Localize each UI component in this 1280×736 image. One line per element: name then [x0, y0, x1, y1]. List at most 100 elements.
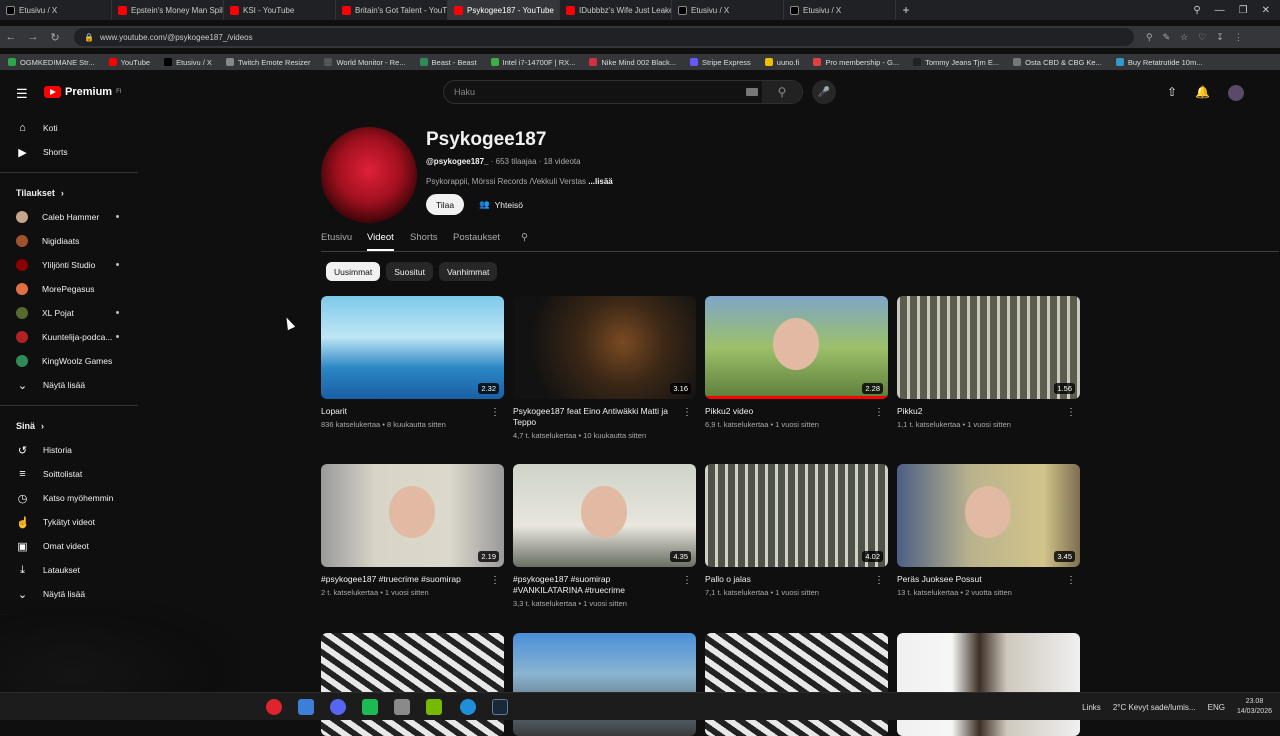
bookmark-item[interactable]: OGMKEDIMANE Str... [8, 58, 95, 67]
video-title[interactable]: Psykogee187 feat Eino Antiwäkki Matti ja… [513, 406, 681, 428]
hamburger-menu-icon[interactable]: ☰ [16, 86, 28, 102]
browser-tab[interactable]: KSI - YouTube [224, 0, 336, 20]
video-card[interactable]: 3.45 Peräs Juoksee Possut 13 t. katseluker… [897, 464, 1080, 597]
bookmark-item[interactable]: Twitch Emote Resizer [225, 58, 310, 67]
bookmark-item[interactable]: Nike Mind 002 Black... [589, 58, 676, 67]
shield-icon[interactable] [394, 699, 410, 715]
links-toolbar[interactable]: Links [1082, 703, 1101, 712]
channel-description[interactable]: Psykorappii, Mörssi Records /Vekkuli Ver… [426, 177, 613, 186]
more-options-icon[interactable]: ⋮ [874, 575, 884, 586]
video-card[interactable]: 2.32 Loparit 836 katselukertaa • 8 kuukaut… [321, 296, 504, 429]
tab-postaukset[interactable]: Postaukset [453, 232, 500, 243]
video-thumbnail[interactable]: 3.16 [513, 296, 696, 399]
video-card[interactable]: 4.35 #psykogee187 #suomirap #VANKILATARIN… [513, 464, 696, 608]
search-input[interactable]: Haku [454, 87, 475, 97]
search-bar[interactable]: Haku ⚲ [443, 80, 803, 104]
video-thumbnail[interactable] [705, 633, 888, 736]
video-thumbnail[interactable]: 2.28 [705, 296, 888, 399]
browser-tab[interactable]: Etusivu / X [784, 0, 896, 20]
video-card[interactable]: 1.56 Pikku2 1,1 t. katselukertaa • 1 vuosi… [897, 296, 1080, 429]
app-icon[interactable] [298, 699, 314, 715]
video-card[interactable] [897, 633, 1080, 736]
reload-icon[interactable]: ↻ [44, 31, 66, 44]
video-thumbnail[interactable] [897, 633, 1080, 736]
tab-etusivu[interactable]: Etusivu [321, 232, 352, 243]
account-avatar[interactable] [1228, 85, 1244, 101]
more-options-icon[interactable]: ⋮ [490, 575, 500, 586]
subscribe-button[interactable]: Tilaa [426, 194, 465, 215]
video-title[interactable]: Pallo o jalas [705, 574, 873, 585]
back-icon[interactable]: ← [0, 31, 22, 43]
browser-tab[interactable]: Psykogee187 - YouTube [448, 0, 560, 20]
edge-icon[interactable] [460, 699, 476, 715]
bookmark-item[interactable]: Stripe Express [690, 58, 751, 67]
video-title[interactable]: Loparit [321, 406, 489, 417]
more-options-icon[interactable]: ⋮ [682, 575, 692, 586]
forward-icon[interactable]: → [22, 31, 44, 43]
more-options-icon[interactable]: ⋮ [490, 407, 500, 418]
address-bar[interactable]: 🔒 www.youtube.com/@psykogee187_/videos [74, 28, 1134, 46]
browser-tab[interactable]: IDubbbz's Wife Just Leake [560, 0, 672, 20]
video-card[interactable]: 2.28 Pikku2 video 6,9 t. katselukertaa • 1… [705, 296, 888, 429]
bookmark-item[interactable]: World Monitor - Re... [324, 58, 406, 67]
keyboard-icon[interactable] [746, 88, 758, 96]
search-tabs-icon[interactable]: ⚲ [1193, 5, 1200, 16]
star-icon[interactable]: ☆ [1180, 32, 1188, 43]
more-options-icon[interactable]: ⋮ [682, 407, 692, 418]
video-title[interactable]: Pikku2 [897, 406, 1065, 417]
channel-avatar[interactable] [321, 127, 417, 223]
spotify-icon[interactable] [362, 699, 378, 715]
opera-icon[interactable] [266, 699, 282, 715]
chip-vanhimmat[interactable]: Vanhimmat [438, 262, 498, 281]
steam-icon[interactable] [492, 699, 508, 715]
bookmark-item[interactable]: Pro membership - G... [813, 58, 899, 67]
zoom-icon[interactable]: ⚲ [1146, 32, 1153, 43]
language-indicator[interactable]: ENG [1208, 703, 1225, 712]
new-tab-icon[interactable]: + [896, 3, 916, 17]
subscription-item[interactable]: Caleb Hammer [0, 205, 146, 229]
chip-uusimmat[interactable]: Uusimmat [326, 262, 381, 281]
video-card[interactable]: 4.02 Pallo o jalas 7,1 t. katselukertaa • … [705, 464, 888, 597]
subscriptions-heading[interactable]: Tilaukset › [0, 181, 146, 205]
weather-widget[interactable]: 2°C Kevyt sade/lumis... [1113, 703, 1196, 712]
microphone-icon[interactable]: 🎤 [812, 80, 836, 104]
subscription-item[interactable]: Nigidiaats [0, 229, 146, 253]
more-options-icon[interactable]: ⋮ [874, 407, 884, 418]
video-card[interactable] [513, 633, 696, 736]
channel-search-icon[interactable]: ⚲ [521, 232, 528, 243]
nvidia-icon[interactable] [426, 699, 442, 715]
video-card[interactable] [705, 633, 888, 736]
clock[interactable]: 23.08 14/03/2026 [1237, 697, 1272, 717]
subscription-item[interactable]: Yliljönti Studio [0, 253, 146, 277]
chip-suositut[interactable]: Suositut [386, 262, 433, 281]
video-title[interactable]: #psykogee187 #suomirap #VANKILATARINA #t… [513, 574, 681, 596]
subscription-item[interactable]: Kuuntelija-podca... [0, 325, 146, 349]
video-thumbnail[interactable]: 2.32 [321, 296, 504, 399]
tab-videot[interactable]: Videot [367, 232, 394, 251]
video-thumbnail[interactable]: 2.19 [321, 464, 504, 567]
tab-shorts[interactable]: Shorts [410, 232, 437, 243]
browser-tab[interactable]: Etusivu / X [0, 0, 112, 20]
sidebar-item-shorts[interactable]: ▶ Shorts [0, 140, 146, 164]
sidebar-you-item[interactable]: ☝ Tykätyt videot [0, 510, 146, 534]
close-icon[interactable]: ✕ [1262, 5, 1270, 16]
sidebar-you-item[interactable]: ▣ Omat videot [0, 534, 146, 558]
video-thumbnail[interactable]: 1.56 [897, 296, 1080, 399]
bookmark-item[interactable]: Intel i7-14700F | RX... [490, 58, 575, 67]
video-thumbnail[interactable]: 4.02 [705, 464, 888, 567]
download-icon[interactable]: ↧ [1216, 32, 1224, 43]
sidebar-you-item[interactable]: ↺ Historia [0, 438, 146, 462]
bookmark-item[interactable]: uuno.fi [764, 58, 799, 67]
sidebar-you-item[interactable]: ◷ Katso myöhemmin [0, 486, 146, 510]
you-heading[interactable]: Sinä › [0, 414, 146, 438]
bookmark-item[interactable]: Etusivu / X [164, 58, 212, 67]
menu-icon[interactable]: ⋮ [1234, 32, 1243, 43]
sidebar-you-item[interactable]: ⤓ Lataukset [0, 558, 146, 582]
notifications-bell-icon[interactable]: 🔔 [1195, 85, 1210, 101]
search-icon[interactable]: ⚲ [762, 81, 802, 103]
more-link[interactable]: ...lisää [588, 177, 612, 186]
browser-tab[interactable]: Britain's Got Talent - YouT [336, 0, 448, 20]
upload-icon[interactable]: ⇧ [1167, 85, 1177, 101]
browser-tab[interactable]: Epstein's Money Man Spill [112, 0, 224, 20]
more-options-icon[interactable]: ⋮ [1066, 407, 1076, 418]
